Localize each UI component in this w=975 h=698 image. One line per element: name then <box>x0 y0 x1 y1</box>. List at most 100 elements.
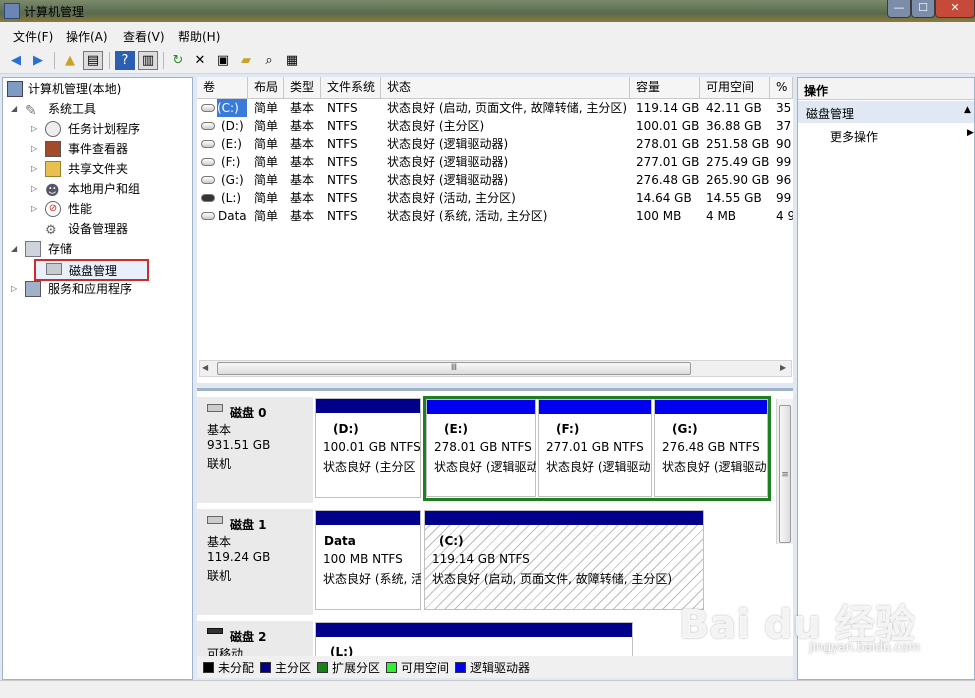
legend-label-unallocated: 未分配 <box>218 661 255 675</box>
collapsed-arrow-icon[interactable]: ▷ <box>31 179 41 199</box>
tree-item-storage[interactable]: ◢ 存储 <box>11 239 181 259</box>
volume-row-l[interactable]: (L:) 简单 基本 NTFS 状态良好 (活动, 主分区) 14.64 GB … <box>197 189 793 207</box>
scroll-thumb[interactable]: Ⅲ <box>217 362 691 375</box>
event-viewer-icon <box>45 141 61 157</box>
disk-0-info[interactable]: 磁盘 0 基本 931.51 GB 联机 <box>197 397 313 503</box>
tree-item-system-tools[interactable]: ◢ ✎ 系统工具 <box>11 99 181 119</box>
open-folder-icon[interactable]: ▰ <box>236 51 256 70</box>
disk-list-icon[interactable]: ▦ <box>282 51 302 70</box>
toolbar: ◀ ▶ ▲ ▤ ? ▥ ↻ ✕ ▣ ▰ ⌕ ▦ <box>0 48 975 74</box>
legend-swatch-unallocated <box>203 662 214 673</box>
legend-swatch-extended <box>317 662 328 673</box>
column-percent[interactable]: % <box>770 77 793 98</box>
tree-item-computer-management[interactable]: 计算机管理(本地) <box>7 79 187 99</box>
legend-swatch-logical <box>455 662 466 673</box>
partition-e[interactable]: (E:) 278.01 GB NTFS 状态良好 (逻辑驱动 <box>426 399 536 497</box>
partition-l[interactable]: (L:) <box>315 622 633 659</box>
menu-help[interactable]: 帮助(H) <box>178 28 220 45</box>
volume-row-c[interactable]: (C:) 简单 基本 NTFS 状态良好 (启动, 页面文件, 故障转储, 主分… <box>197 99 793 117</box>
storage-icon <box>25 241 41 257</box>
scroll-left-arrow-icon[interactable]: ◀ <box>202 363 208 372</box>
collapsed-arrow-icon[interactable]: ▷ <box>31 159 41 179</box>
disk-view-vscrollbar[interactable]: ≡ <box>776 399 793 544</box>
legend-swatch-free <box>386 662 397 673</box>
disk-1-info[interactable]: 磁盘 1 基本 119.24 GB 联机 <box>197 509 313 615</box>
baidu-watermark-url: jingyan.baidu.com <box>809 640 920 654</box>
search-icon[interactable]: ⌕ <box>259 51 279 70</box>
column-filesystem[interactable]: 文件系统 <box>321 77 381 98</box>
menu-file[interactable]: 文件(F) <box>13 28 53 45</box>
volume-row-f[interactable]: (F:) 简单 基本 NTFS 状态良好 (逻辑驱动器) 277.01 GB 2… <box>197 153 793 171</box>
delete-icon[interactable]: ✕ <box>190 51 210 70</box>
properties-icon[interactable]: ▣ <box>213 51 233 70</box>
tree-item-local-users[interactable]: ▷ ☻ 本地用户和组 <box>31 179 181 199</box>
partition-f[interactable]: (F:) 277.01 GB NTFS 状态良好 (逻辑驱动 <box>538 399 652 497</box>
forward-arrow-icon[interactable]: ▶ <box>28 51 48 70</box>
maximize-button[interactable]: ☐ <box>911 0 935 18</box>
tools-icon: ✎ <box>25 103 37 119</box>
partition-data[interactable]: Data 100 MB NTFS 状态良好 (系统, 活 <box>315 510 421 610</box>
partition-d[interactable]: (D:) 100.01 GB NTFS 状态良好 (主分区 <box>315 398 421 498</box>
volume-row-data[interactable]: Data 简单 基本 NTFS 状态良好 (系统, 活动, 主分区) 100 M… <box>197 207 793 225</box>
expanded-arrow-icon[interactable]: ◢ <box>11 99 21 119</box>
tree-item-performance[interactable]: ▷ ⊘ 性能 <box>31 199 181 219</box>
volume-row-d[interactable]: (D:) 简单 基本 NTFS 状态良好 (主分区) 100.01 GB 36.… <box>197 117 793 135</box>
collapsed-arrow-icon[interactable]: ▷ <box>31 199 41 219</box>
users-icon: ☻ <box>45 183 60 199</box>
partition-c[interactable]: (C:) 119.14 GB NTFS 状态良好 (启动, 页面文件, 故障转储… <box>424 510 704 610</box>
tree-item-device-manager[interactable]: ⚙ 设备管理器 <box>45 219 181 239</box>
menu-action[interactable]: 操作(A) <box>66 28 108 45</box>
removable-disk-icon <box>207 628 223 634</box>
up-folder-icon[interactable]: ▲ <box>60 51 80 70</box>
disk-management-icon <box>46 263 62 275</box>
collapsed-arrow-icon[interactable]: ▷ <box>31 139 41 159</box>
tree-item-services-apps[interactable]: ▷ 服务和应用程序 <box>11 279 181 299</box>
scroll-right-arrow-icon[interactable]: ▶ <box>780 363 786 372</box>
drive-icon <box>201 104 215 112</box>
submenu-arrow-icon: ▶ <box>967 128 974 138</box>
column-status[interactable]: 状态 <box>381 77 630 98</box>
legend-swatch-primary <box>260 662 271 673</box>
hard-disk-icon <box>207 404 223 412</box>
volume-row-g[interactable]: (G:) 简单 基本 NTFS 状态良好 (逻辑驱动器) 276.48 GB 2… <box>197 171 793 189</box>
disk-2-info[interactable]: 磁盘 2 可移动 <box>197 621 313 661</box>
partition-g[interactable]: (G:) 276.48 GB NTFS 状态良好 (逻辑驱动 <box>654 399 768 497</box>
actions-section-disk-management[interactable]: 磁盘管理 ▲ <box>798 101 974 123</box>
legend-label-free: 可用空间 <box>401 661 450 675</box>
disk-view-scroll-thumb[interactable]: ≡ <box>779 405 791 543</box>
show-hide-action-pane-icon[interactable]: ▥ <box>138 51 158 70</box>
expanded-arrow-icon[interactable]: ◢ <box>11 239 21 259</box>
column-capacity[interactable]: 容量 <box>630 77 700 98</box>
collapsed-arrow-icon[interactable]: ▷ <box>11 279 21 299</box>
column-free-space[interactable]: 可用空间 <box>700 77 770 98</box>
toolbar-separator <box>163 52 164 69</box>
menu-bar: 文件(F) 操作(A) 查看(V) 帮助(H) <box>0 22 975 48</box>
title-bar: 计算机管理 — ☐ ✕ <box>0 0 975 22</box>
shared-folder-icon <box>45 161 61 177</box>
volume-row-e[interactable]: (E:) 简单 基本 NTFS 状态良好 (逻辑驱动器) 278.01 GB 2… <box>197 135 793 153</box>
tree-item-shared-folders[interactable]: ▷ 共享文件夹 <box>31 159 181 179</box>
tree-item-disk-management[interactable]: 磁盘管理 <box>34 259 149 281</box>
back-arrow-icon[interactable]: ◀ <box>6 51 26 70</box>
minimize-button[interactable]: — <box>887 0 911 18</box>
navigation-tree: 计算机管理(本地) ◢ ✎ 系统工具 ▷ 任务计划程序 ▷ 事件查看器 ▷ 共享… <box>2 77 193 680</box>
drive-icon <box>201 158 215 166</box>
menu-view[interactable]: 查看(V) <box>123 28 165 45</box>
performance-icon: ⊘ <box>45 201 61 217</box>
volume-list-hscrollbar[interactable]: ◀ Ⅲ ▶ <box>199 360 792 377</box>
close-button[interactable]: ✕ <box>935 0 975 18</box>
column-volume[interactable]: 卷 <box>197 77 248 98</box>
column-layout[interactable]: 布局 <box>248 77 284 98</box>
show-hide-tree-icon[interactable]: ▤ <box>83 51 103 70</box>
tree-item-event-viewer[interactable]: ▷ 事件查看器 <box>31 139 181 159</box>
help-icon[interactable]: ? <box>115 51 135 70</box>
more-actions-item[interactable]: 更多操作 ▶ <box>798 125 974 145</box>
collapsed-arrow-icon[interactable]: ▷ <box>31 119 41 139</box>
toolbar-separator <box>109 52 110 69</box>
legend: 未分配 主分区 扩展分区 可用空间 逻辑驱动器 <box>197 656 793 678</box>
collapse-arrow-icon[interactable]: ▲ <box>964 105 971 115</box>
refresh-icon[interactable]: ↻ <box>168 51 188 70</box>
computer-management-icon <box>4 3 20 19</box>
tree-item-task-scheduler[interactable]: ▷ 任务计划程序 <box>31 119 181 139</box>
column-type[interactable]: 类型 <box>284 77 321 98</box>
